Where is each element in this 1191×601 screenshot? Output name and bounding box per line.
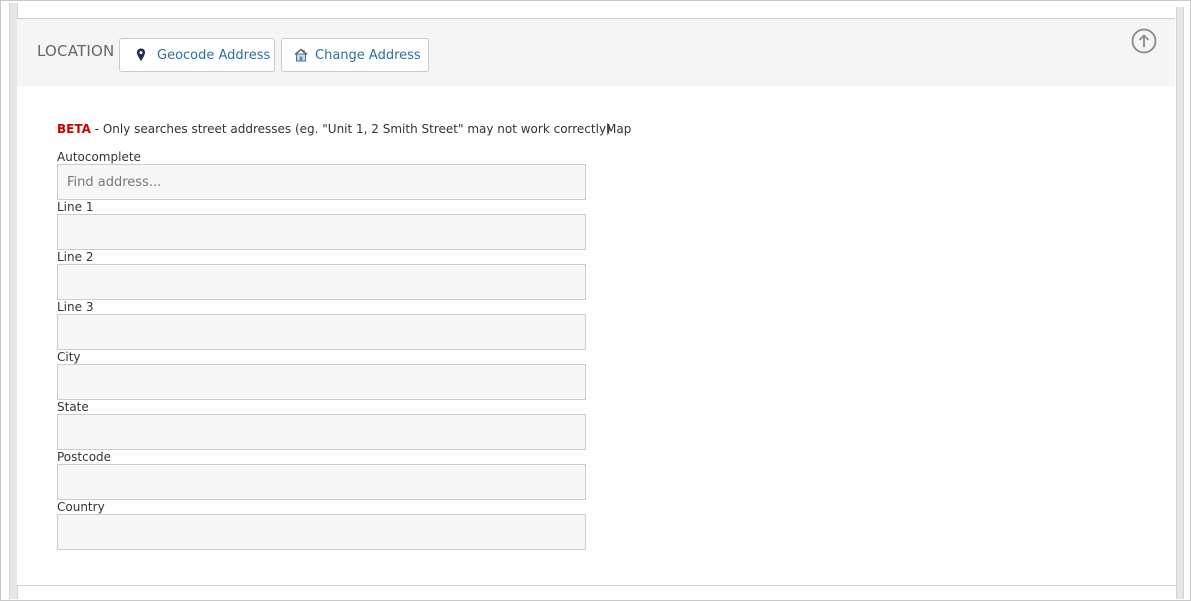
map-marker-icon [133,47,149,63]
arrow-up-circle-icon [1131,28,1157,54]
autocomplete-input[interactable] [57,164,586,200]
right-scroll-rail [1176,7,1184,599]
house-icon [293,47,309,63]
collapse-section-button[interactable] [1131,28,1157,54]
line3-input[interactable] [57,314,586,350]
postcode-label: Postcode [57,450,112,464]
state-label: State [57,400,89,414]
map-label: Map [606,122,632,136]
page-frame: LOCATION Geocode Address Change Address … [0,0,1191,601]
change-address-label: Change Address [315,47,421,63]
panel-header: LOCATION Geocode Address Change Address [17,19,1175,86]
postcode-input[interactable] [57,464,586,500]
line1-label: Line 1 [57,200,94,214]
city-label: City [57,350,81,364]
line2-input[interactable] [57,264,586,300]
beta-message: - Only searches street addresses (eg. "U… [90,122,611,136]
beta-tag: BETA [57,122,91,136]
section-title: LOCATION [37,42,115,60]
city-input[interactable] [57,364,586,400]
location-panel: LOCATION Geocode Address Change Address … [17,18,1175,586]
line3-label: Line 3 [57,300,94,314]
change-address-button[interactable]: Change Address [281,38,429,72]
country-label: Country [57,500,105,514]
line1-input[interactable] [57,214,586,250]
state-input[interactable] [57,414,586,450]
autocomplete-label: Autocomplete [57,150,141,164]
geocode-address-label: Geocode Address [157,47,271,63]
line2-label: Line 2 [57,250,94,264]
beta-notice: BETA - Only searches street addresses (e… [57,122,611,136]
geocode-address-button[interactable]: Geocode Address [119,38,275,72]
country-input[interactable] [57,514,586,550]
